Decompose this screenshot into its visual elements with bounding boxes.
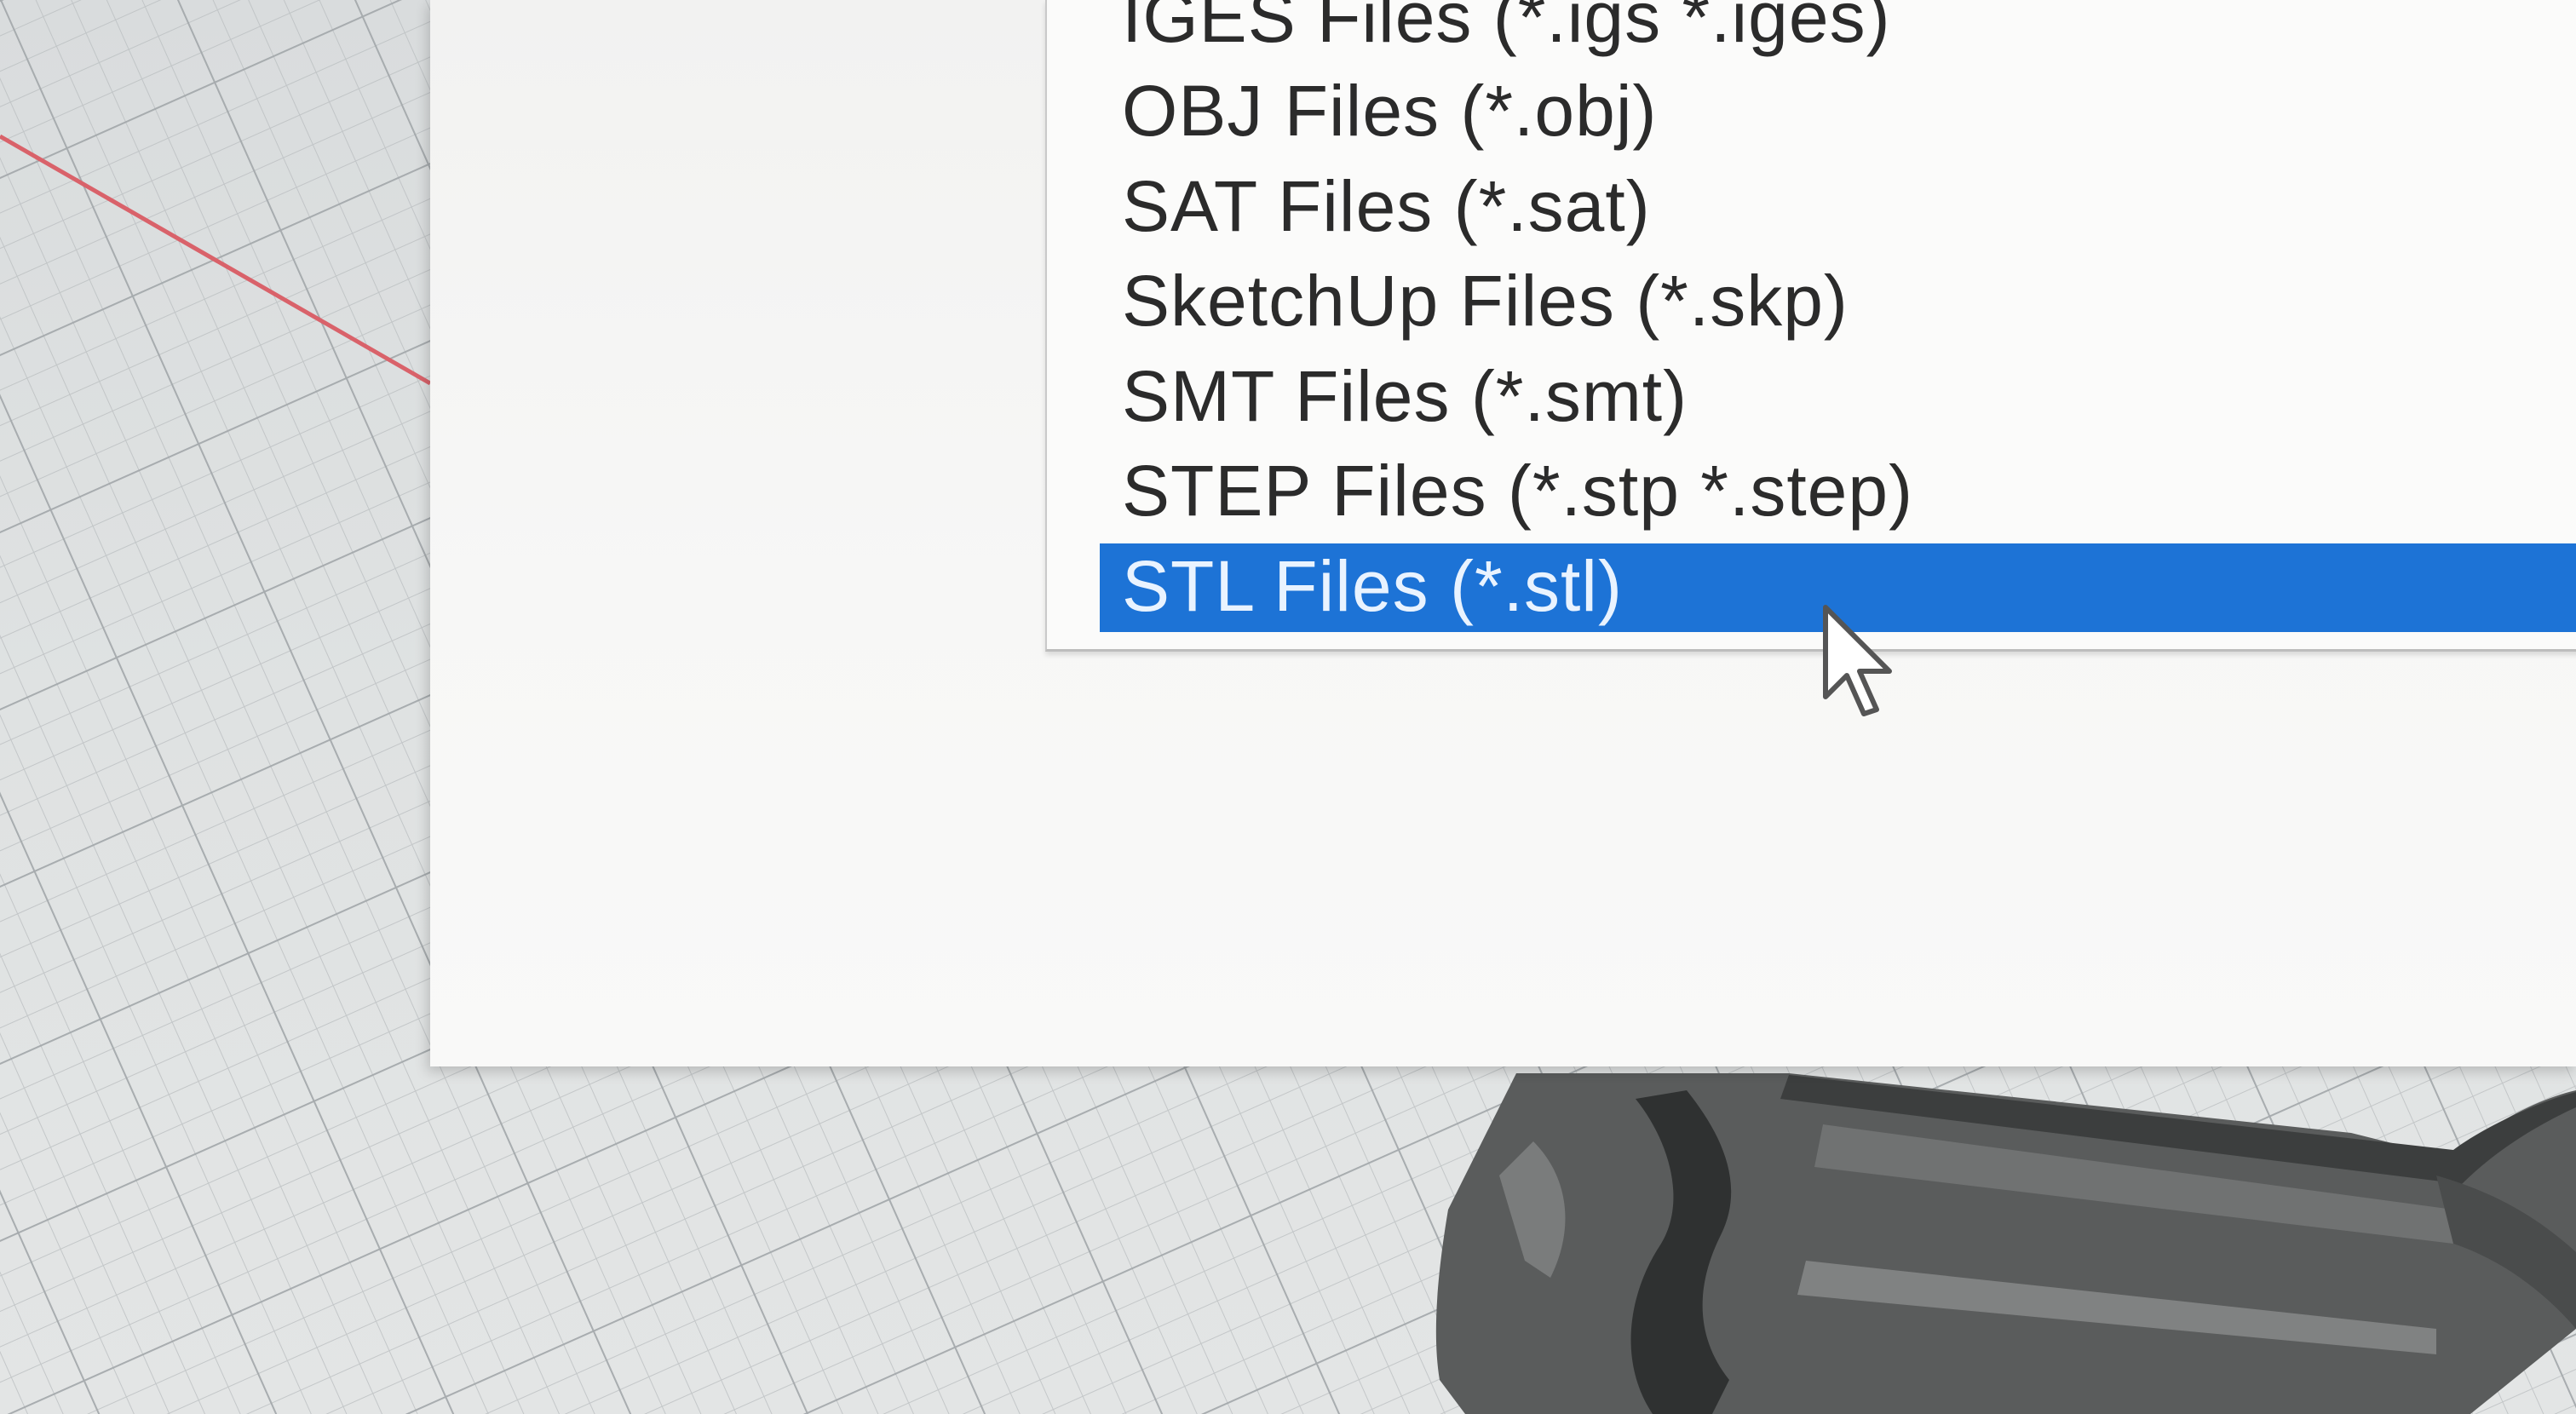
list-item-smt[interactable]: SMT Files (*.smt) bbox=[1100, 354, 2576, 439]
list-item-iges[interactable]: IGES Files (*.igs *.iges) bbox=[1100, 0, 2576, 60]
list-item-sat[interactable]: SAT Files (*.sat) bbox=[1100, 164, 2576, 249]
file-type-dropdown-list[interactable]: IGES Files (*.igs *.iges) OBJ Files (*.o… bbox=[1045, 0, 2576, 652]
arrow-cursor-icon bbox=[1823, 605, 1892, 716]
list-item-step[interactable]: STEP Files (*.stp *.step) bbox=[1100, 448, 2576, 533]
save-dialog: IGES Files (*.igs *.iges) OBJ Files (*.o… bbox=[430, 0, 2576, 1066]
list-item-obj[interactable]: OBJ Files (*.obj) bbox=[1100, 68, 2576, 153]
list-item-sketchup[interactable]: SketchUp Files (*.skp) bbox=[1100, 258, 2576, 343]
